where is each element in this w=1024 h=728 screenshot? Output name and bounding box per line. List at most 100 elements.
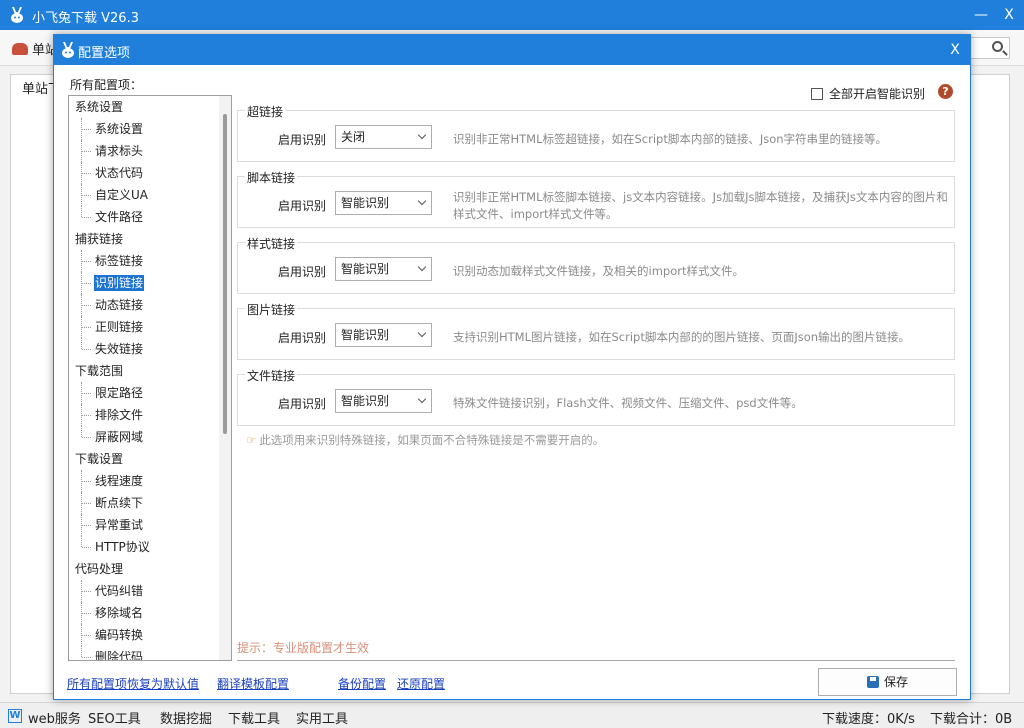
tree-item[interactable]: 异常重试	[69, 514, 231, 536]
restore-config-link[interactable]: 还原配置	[397, 675, 445, 692]
tree-item-label: 删除代码	[95, 650, 144, 661]
enable-label: 启用识别	[278, 397, 327, 411]
tree-item[interactable]: 动态链接	[69, 294, 231, 316]
main-close-button[interactable]: X	[994, 4, 1024, 26]
tree-item-label: 失效链接	[95, 342, 144, 356]
image-recognition-select[interactable]: 智能识别	[335, 323, 432, 347]
dialog-titlebar: 配置选项 X	[54, 35, 970, 65]
chevron-down-icon	[417, 328, 427, 338]
group-title: 超链接	[245, 103, 286, 120]
web-service-icon[interactable]: W	[8, 709, 22, 723]
checkbox-box[interactable]	[811, 88, 823, 100]
group-description: 识别非正常HTML标签脚本链接、js文本内容链接。Js加载Js脚本链接，及捕获J…	[453, 190, 948, 221]
rabbit-logo-icon	[62, 42, 74, 58]
cloud-download-icon	[12, 43, 28, 55]
tree-category[interactable]: 系统设置	[69, 96, 231, 118]
tree-item[interactable]: 失效链接	[69, 338, 231, 360]
tree-category[interactable]: 下载设置	[69, 448, 231, 470]
group-title: 脚本链接	[245, 169, 298, 186]
tree-category[interactable]: 代码处理	[69, 558, 231, 580]
status-seo-tools[interactable]: SEO工具	[88, 708, 141, 727]
main-titlebar: 小飞兔下载 V26.3 — X	[0, 0, 1024, 30]
tree-item[interactable]: 代码纠错	[69, 580, 231, 602]
tree-item[interactable]: 删除代码	[69, 646, 231, 661]
smart-all-label: 全部开启智能识别	[829, 87, 926, 101]
tree-item[interactable]: 编码转换	[69, 624, 231, 646]
toolbar-single-site-button[interactable]: 单站	[12, 39, 58, 58]
status-utility-tools[interactable]: 实用工具	[296, 708, 348, 727]
tree-item-label: 线程速度	[95, 474, 144, 488]
search-icon[interactable]	[992, 41, 1003, 52]
style-recognition-select[interactable]: 智能识别	[335, 257, 432, 281]
tip-text: 此选项用来识别特殊链接，如果页面不合特殊链接是不需要开启的。	[259, 433, 605, 447]
tree-item[interactable]: 状态代码	[69, 162, 231, 184]
tree-item-label: HTTP协议	[95, 540, 150, 554]
minimize-button[interactable]: —	[966, 4, 996, 26]
tree-item[interactable]: 断点续下	[69, 492, 231, 514]
file-recognition-select[interactable]: 智能识别	[335, 389, 432, 413]
tree-category[interactable]: 捕获链接	[69, 228, 231, 250]
save-button[interactable]: 保存	[818, 668, 957, 696]
script-recognition-select[interactable]: 智能识别	[335, 191, 432, 215]
tree-item[interactable]: HTTP协议	[69, 536, 231, 558]
enable-label: 启用识别	[278, 331, 327, 345]
tree-item-label: 自定义UA	[95, 188, 148, 202]
select-value: 智能识别	[341, 196, 390, 210]
tree-item[interactable]: 识别链接	[69, 272, 231, 294]
divider	[237, 660, 955, 661]
tree-item-label: 状态代码	[95, 166, 144, 180]
status-web-service[interactable]: web服务	[28, 708, 81, 727]
backup-config-link[interactable]: 备份配置	[338, 675, 386, 692]
group-image-link: 图片链接 启用识别 智能识别 支持识别HTML图片链接，如在Script脚本内部…	[237, 301, 955, 360]
tree-item-label: 代码纠错	[95, 584, 144, 598]
tree-item-label: 标签链接	[95, 254, 144, 268]
enable-label: 启用识别	[278, 265, 327, 279]
tree-item-label: 断点续下	[95, 496, 144, 510]
tree-item[interactable]: 正则链接	[69, 316, 231, 338]
dialog-close-button[interactable]: X	[944, 39, 966, 61]
tree-item[interactable]: 自定义UA	[69, 184, 231, 206]
chevron-down-icon	[417, 130, 427, 140]
config-dialog: 配置选项 X 所有配置项： 系统设置 系统设置 请求标头 状态代码 自定义UA 文件路径捕…	[53, 34, 971, 700]
restore-defaults-link[interactable]: 所有配置项恢复为默认值	[67, 675, 199, 692]
status-download-total: 下载合计：0B	[930, 712, 1013, 727]
group-script-link: 脚本链接 启用识别 智能识别 识别非正常HTML标签脚本链接、js文本内容链接。…	[237, 169, 955, 228]
tree-item-label: 屏蔽网域	[95, 430, 144, 444]
tree-item-label: 移除域名	[95, 606, 144, 620]
chevron-down-icon	[417, 394, 427, 404]
tree-item[interactable]: 系统设置	[69, 118, 231, 140]
tree-item[interactable]: 限定路径	[69, 382, 231, 404]
tree-item[interactable]: 排除文件	[69, 404, 231, 426]
hyperlink-recognition-select[interactable]: 关闭	[335, 125, 432, 149]
tree-item[interactable]: 屏蔽网域	[69, 426, 231, 448]
config-tree[interactable]: 系统设置 系统设置 请求标头 状态代码 自定义UA 文件路径 捕获链接 标签链接 识别链接 动态链…	[68, 95, 232, 661]
tree-item[interactable]: 请求标头	[69, 140, 231, 162]
main-window-title: 小飞兔下载 V26.3	[32, 11, 139, 26]
group-title: 文件链接	[245, 367, 298, 384]
tree-item[interactable]: 标签链接	[69, 250, 231, 272]
chevron-down-icon	[417, 196, 427, 206]
tree-scrollbar[interactable]	[219, 96, 231, 660]
group-description: 支持识别HTML图片链接，如在Script脚本内部的的图片链接、页面Json输出…	[453, 330, 911, 344]
group-style-link: 样式链接 启用识别 智能识别 识别动态加载样式文件链接，及相关的import样式…	[237, 235, 955, 294]
tree-item-label: 系统设置	[95, 122, 144, 136]
tree-item[interactable]: 线程速度	[69, 470, 231, 492]
group-title: 图片链接	[245, 301, 298, 318]
translate-template-link[interactable]: 翻译模板配置	[217, 675, 289, 692]
select-value: 智能识别	[341, 394, 390, 408]
status-data-mining[interactable]: 数据挖掘	[160, 708, 212, 727]
rabbit-logo-icon	[11, 7, 23, 23]
tree-item-label: 正则链接	[95, 320, 144, 334]
smart-all-checkbox[interactable]: 全部开启智能识别	[811, 85, 925, 102]
tree-scrollbar-thumb[interactable]	[223, 114, 227, 434]
status-download-tools[interactable]: 下载工具	[228, 708, 280, 727]
select-value: 智能识别	[341, 328, 390, 342]
tree-item[interactable]: 文件路径	[69, 206, 231, 228]
config-tree-list: 系统设置 系统设置 请求标头 状态代码 自定义UA 文件路径 捕获链接 标签链接 识别链接 动态链…	[69, 96, 231, 661]
select-value: 关闭	[341, 130, 366, 144]
tree-item[interactable]: 移除域名	[69, 602, 231, 624]
tree-category[interactable]: 下载范围	[69, 360, 231, 382]
floppy-disk-icon	[866, 676, 879, 688]
help-icon[interactable]: ?	[938, 84, 953, 99]
tree-item-label: 编码转换	[95, 628, 144, 642]
